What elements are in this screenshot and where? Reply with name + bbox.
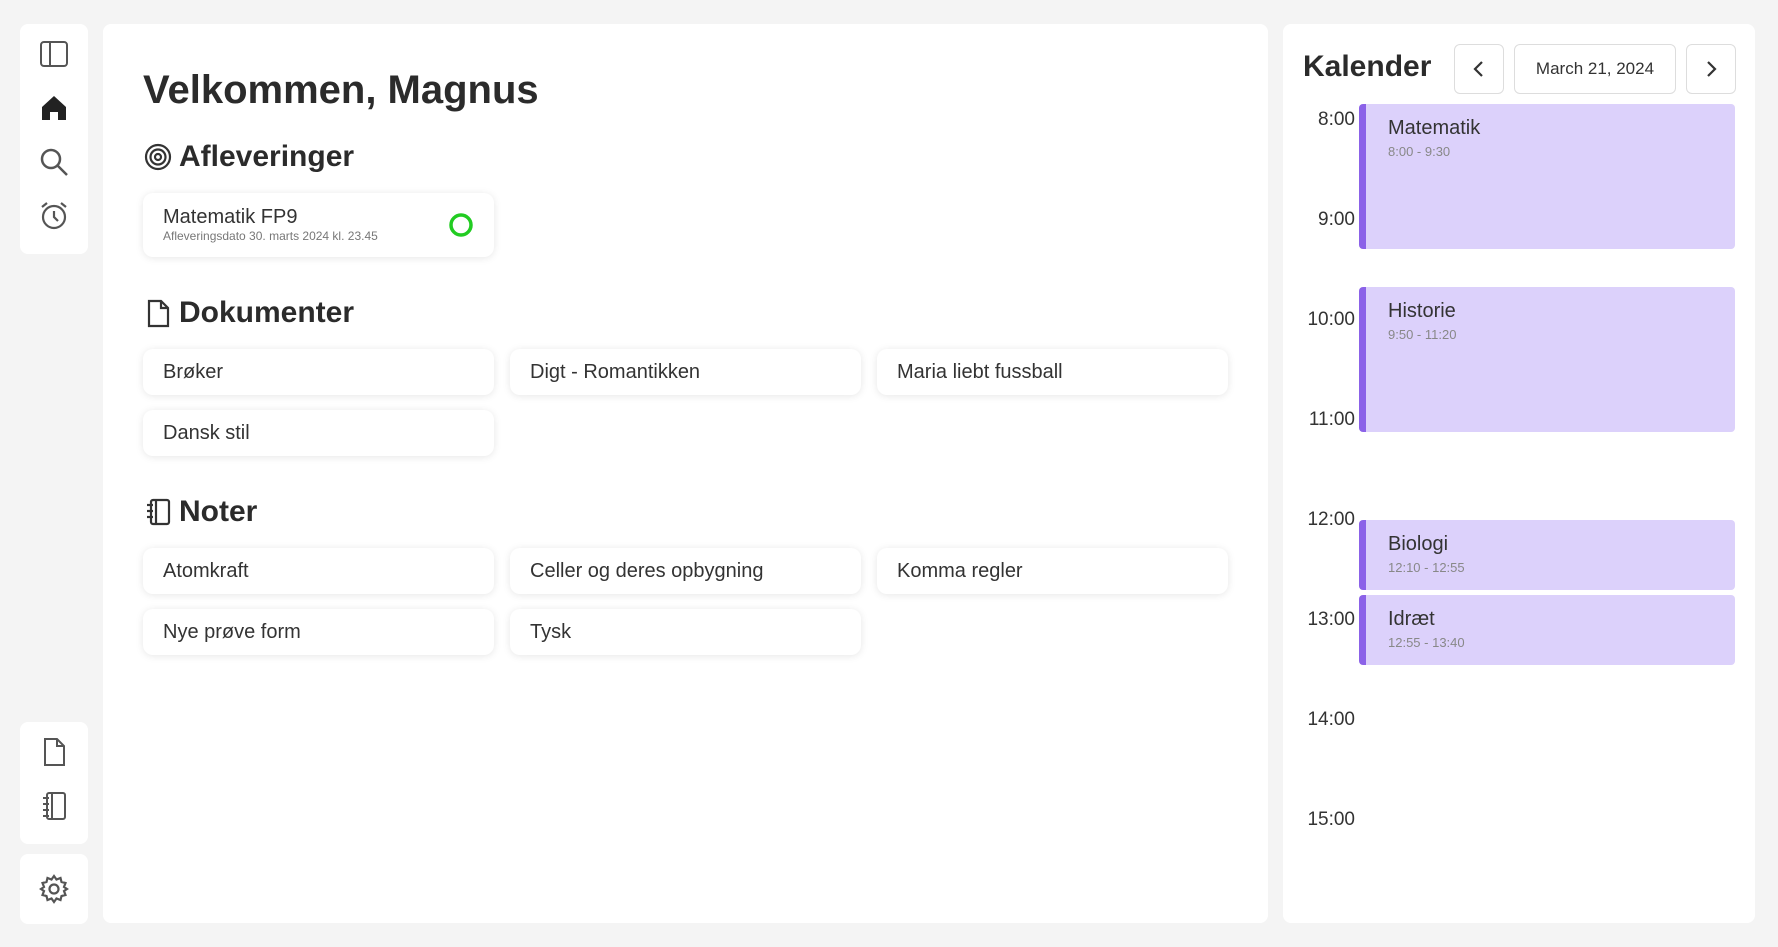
hour-label: 13:00 <box>1307 609 1355 630</box>
progress-ring-icon <box>449 213 473 237</box>
hour-label: 15:00 <box>1307 809 1355 830</box>
assignment-due-date: Afleveringsdato 30. marts 2024 kl. 23.45 <box>163 229 378 243</box>
note-card[interactable]: Celler og deres opbygning <box>510 548 861 594</box>
home-button[interactable] <box>36 92 72 124</box>
calendar-title: Kalender <box>1303 50 1432 83</box>
event-title: Idræt <box>1388 608 1435 630</box>
note-card[interactable]: Nye prøve form <box>143 609 494 655</box>
sidebar-bottom <box>20 722 88 844</box>
next-day-button[interactable] <box>1686 44 1736 94</box>
document-icon <box>147 299 170 328</box>
notes-heading: Noter <box>143 494 1228 530</box>
document-icon <box>44 738 65 766</box>
document-card[interactable]: Dansk stil <box>143 410 494 456</box>
calendar-event[interactable]: Matematik 8:00 - 9:30 <box>1359 104 1735 249</box>
chevron-left-icon <box>1473 61 1483 77</box>
calendar-event[interactable]: Idræt 12:55 - 13:40 <box>1359 595 1735 665</box>
search-icon <box>40 148 68 176</box>
sidebar-settings <box>20 854 88 924</box>
alarm-button[interactable] <box>36 200 72 232</box>
documents-button[interactable] <box>36 736 72 768</box>
home-icon <box>42 96 66 120</box>
notes-grid: Atomkraft Celler og deres opbygning Komm… <box>143 548 1228 655</box>
calendar-panel: Kalender March 21, 2024 8:00 9:00 10:00 … <box>1283 24 1755 923</box>
page-title: Velkommen, Magnus <box>143 68 539 112</box>
document-card[interactable]: Brøker <box>143 349 494 395</box>
settings-button[interactable] <box>36 873 72 905</box>
chevron-right-icon <box>1707 61 1717 77</box>
hour-label: 12:00 <box>1307 509 1355 530</box>
calendar-event[interactable]: Historie 9:50 - 11:20 <box>1359 287 1735 432</box>
notebook-icon <box>43 792 66 820</box>
documents-heading: Dokumenter <box>143 295 1228 331</box>
assignment-card[interactable]: Matematik FP9 Afleveringsdato 30. marts … <box>143 193 494 257</box>
search-button[interactable] <box>36 146 72 178</box>
sidebar-toggle-button[interactable] <box>36 38 72 70</box>
notes-heading-label: Noter <box>179 495 258 528</box>
document-card[interactable]: Maria liebt fussball <box>877 349 1228 395</box>
note-card[interactable]: Atomkraft <box>143 548 494 594</box>
document-card[interactable]: Digt - Romantikken <box>510 349 861 395</box>
assignment-title: Matematik FP9 <box>163 206 298 228</box>
hour-label: 8:00 <box>1318 109 1355 130</box>
event-title: Biologi <box>1388 533 1449 555</box>
alarm-clock-icon <box>41 202 67 230</box>
date-picker-button[interactable]: March 21, 2024 <box>1514 44 1676 94</box>
hour-label: 11:00 <box>1308 409 1355 430</box>
previous-day-button[interactable] <box>1454 44 1504 94</box>
sidebar-top <box>20 24 88 254</box>
event-time: 12:10 - 12:55 <box>1388 560 1465 575</box>
notebook-icon <box>147 498 171 526</box>
calendar-event[interactable]: Biologi 12:10 - 12:55 <box>1359 520 1735 590</box>
hour-label: 9:00 <box>1318 209 1355 230</box>
event-time: 12:55 - 13:40 <box>1388 635 1465 650</box>
assignments-heading-label: Afleveringer <box>179 140 355 173</box>
sidebar-toggle-icon <box>40 41 68 67</box>
event-time: 8:00 - 9:30 <box>1388 144 1451 159</box>
gear-icon <box>39 874 69 904</box>
note-card[interactable]: Tysk <box>510 609 861 655</box>
event-title: Historie <box>1388 300 1456 322</box>
assignments-heading: Afleveringer <box>143 139 1228 175</box>
assignment-text: Matematik FP9 Afleveringsdato 30. marts … <box>163 206 378 244</box>
notes-button[interactable] <box>36 790 72 822</box>
event-time: 9:50 - 11:20 <box>1388 327 1457 342</box>
documents-heading-label: Dokumenter <box>179 296 355 329</box>
target-icon <box>144 143 172 171</box>
documents-grid: Brøker Digt - Romantikken Maria liebt fu… <box>143 349 1228 456</box>
hour-label: 14:00 <box>1307 709 1355 730</box>
hour-label: 10:00 <box>1307 309 1355 330</box>
main-panel: Velkommen, Magnus Afleveringer Matematik… <box>103 24 1268 923</box>
note-card[interactable]: Komma regler <box>877 548 1228 594</box>
event-title: Matematik <box>1388 117 1481 139</box>
